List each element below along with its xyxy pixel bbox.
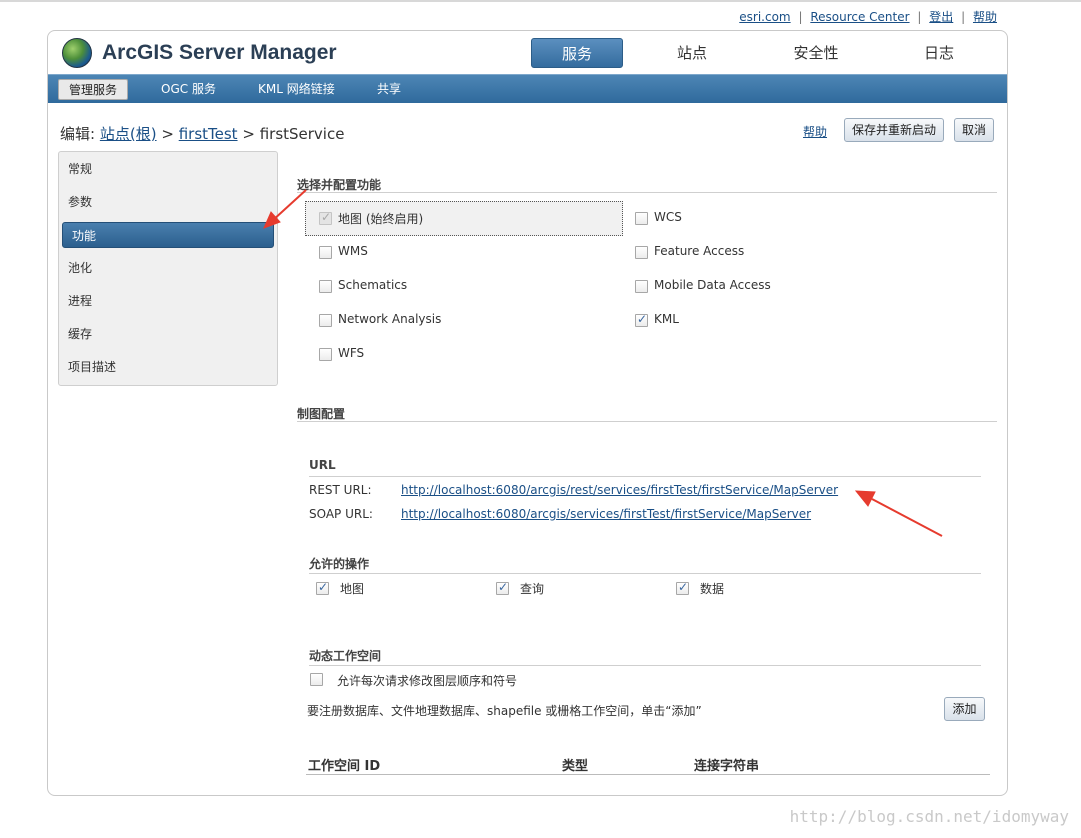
breadcrumb-separator: > — [161, 125, 174, 143]
subtab-kml-links[interactable]: KML 网络链接 — [248, 79, 345, 100]
divider — [309, 665, 981, 666]
operation-query-checkbox[interactable] — [496, 580, 509, 595]
dynamic-workspace-title: 动态工作空间 — [309, 649, 382, 663]
separator: | — [798, 10, 803, 24]
capabilities-title: 选择并配置功能 — [297, 178, 382, 192]
globe-icon — [62, 38, 92, 68]
capability-network-analysis-checkbox[interactable] — [319, 314, 332, 327]
divider — [306, 774, 990, 775]
operation-map-checkbox[interactable] — [316, 580, 329, 595]
sidebar: 常规 参数 功能 池化 进程 缓存 项目描述 — [58, 151, 278, 386]
operation-map-label: 地图 — [340, 582, 365, 596]
help-link[interactable]: 帮助 — [803, 123, 827, 140]
separator: | — [961, 10, 966, 24]
top-links: esri.com | Resource Center | 登出 | 帮助 — [739, 8, 997, 25]
divider — [309, 573, 981, 574]
operation-data-label: 数据 — [700, 582, 725, 596]
column-header-workspace-id: 工作空间 ID — [308, 759, 381, 774]
mapping-config-title: 制图配置 — [297, 407, 346, 421]
divider — [309, 476, 981, 477]
dynamic-layers-checkbox[interactable] — [310, 673, 323, 686]
capability-wcs-checkbox[interactable] — [635, 212, 648, 225]
capability-wms-checkbox[interactable] — [319, 246, 332, 259]
tab-site[interactable]: 站点 — [646, 38, 738, 68]
capability-feature-access-checkbox[interactable] — [635, 246, 648, 259]
breadcrumb-prefix: 编辑: — [60, 125, 96, 143]
allowed-operations-title: 允许的操作 — [309, 557, 370, 571]
subtab-ogc-services[interactable]: OGC 服务 — [151, 79, 226, 100]
capability-wfs-checkbox[interactable] — [319, 348, 332, 361]
capability-wcs-label: WCS — [654, 210, 682, 224]
sidebar-item-parameters[interactable]: 参数 — [59, 189, 277, 215]
soap-url-link[interactable]: http://localhost:6080/arcgis/services/fi… — [401, 507, 811, 521]
sidebar-item-processes[interactable]: 进程 — [59, 288, 277, 314]
capability-mobile-data-access-label: Mobile Data Access — [654, 278, 771, 292]
tab-logs[interactable]: 日志 — [893, 38, 985, 68]
tab-services[interactable]: 服务 — [531, 38, 623, 68]
logout-link[interactable]: 登出 — [929, 10, 953, 24]
separator: | — [917, 10, 922, 24]
app-title: ArcGIS Server Manager — [102, 41, 337, 64]
help-top-link[interactable]: 帮助 — [973, 10, 997, 24]
add-workspace-button[interactable]: 添加 — [944, 697, 985, 721]
sidebar-item-pooling[interactable]: 池化 — [59, 255, 277, 281]
dynamic-layers-label: 允许每次请求修改图层顺序和符号 — [337, 674, 518, 688]
capability-schematics-checkbox[interactable] — [319, 280, 332, 293]
column-header-type: 类型 — [562, 759, 589, 774]
breadcrumb-separator: > — [242, 125, 255, 143]
divider — [297, 421, 997, 422]
capability-feature-access-label: Feature Access — [654, 244, 745, 258]
save-restart-button[interactable]: 保存并重新启动 — [844, 118, 944, 142]
divider — [297, 192, 997, 193]
sub-navigation: 管理服务 OGC 服务 KML 网络链接 共享 — [48, 74, 1007, 103]
header: ArcGIS Server Manager 服务 站点 安全性 日志 — [48, 31, 1007, 74]
watermark: http://blog.csdn.net/idomyway — [789, 807, 1069, 826]
sidebar-item-item-description[interactable]: 项目描述 — [59, 354, 277, 380]
capability-wfs-label: WFS — [338, 346, 365, 360]
breadcrumb: 编辑: 站点(根) > firstTest > firstService — [60, 123, 344, 144]
operation-query-label: 查询 — [520, 582, 545, 596]
resource-center-link[interactable]: Resource Center — [810, 10, 909, 24]
capability-map-label: 地图 (始终启用) — [338, 212, 424, 226]
breadcrumb-service: firstService — [259, 125, 345, 143]
column-header-connection-string: 连接字符串 — [694, 759, 760, 774]
cancel-button[interactable]: 取消 — [954, 118, 994, 142]
sidebar-item-capabilities[interactable]: 功能 — [62, 222, 274, 248]
capability-kml-label: KML — [654, 312, 679, 326]
rest-url-link[interactable]: http://localhost:6080/arcgis/rest/servic… — [401, 483, 838, 497]
soap-url-label: SOAP URL: — [309, 507, 373, 521]
tab-security[interactable]: 安全性 — [770, 38, 862, 68]
capability-kml-checkbox[interactable] — [635, 312, 648, 327]
esri-link[interactable]: esri.com — [739, 10, 790, 24]
subtab-manage-services[interactable]: 管理服务 — [58, 79, 129, 100]
manager-window: ArcGIS Server Manager 服务 站点 安全性 日志 管理服务 … — [47, 30, 1008, 796]
operation-data-checkbox[interactable] — [676, 580, 689, 595]
sidebar-item-general[interactable]: 常规 — [59, 156, 277, 182]
rest-url-label: REST URL: — [309, 483, 372, 497]
url-section-title: URL — [309, 458, 336, 472]
capability-mobile-data-access-checkbox[interactable] — [635, 280, 648, 293]
breadcrumb-site[interactable]: 站点(根) — [100, 125, 157, 143]
workspace-note: 要注册数据库、文件地理数据库、shapefile 或栅格工作空间，单击“添加” — [307, 704, 702, 718]
capability-wms-label: WMS — [338, 244, 368, 258]
capability-network-analysis-label: Network Analysis — [338, 312, 442, 326]
top-border — [0, 0, 1081, 2]
capability-schematics-label: Schematics — [338, 278, 408, 292]
capability-map-checkbox — [319, 210, 332, 225]
sidebar-item-caching[interactable]: 缓存 — [59, 321, 277, 347]
subtab-share[interactable]: 共享 — [367, 79, 411, 100]
breadcrumb-folder[interactable]: firstTest — [179, 125, 238, 143]
